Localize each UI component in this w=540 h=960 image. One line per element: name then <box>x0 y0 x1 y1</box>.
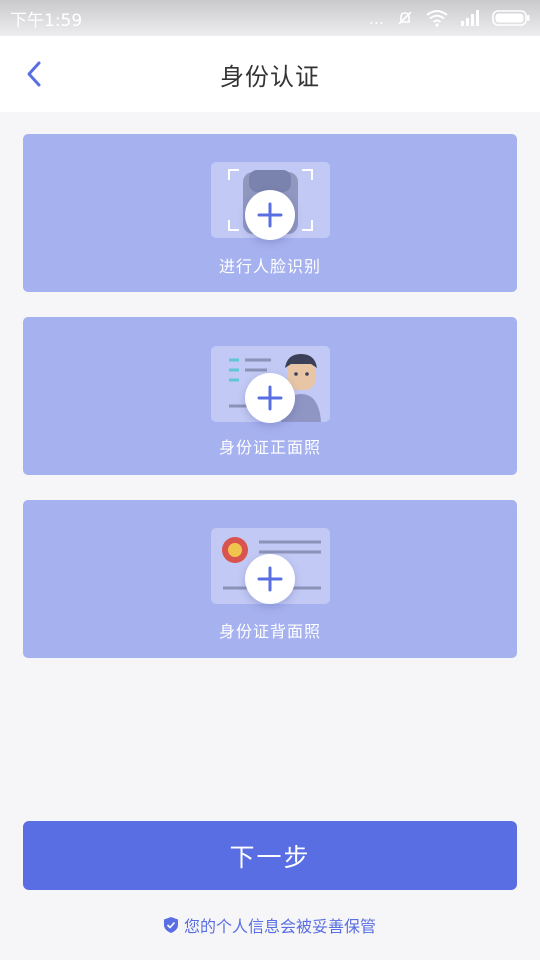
mute-bell-icon <box>398 11 412 25</box>
chevron-left-icon <box>27 61 41 87</box>
add-id-back-button[interactable] <box>245 554 295 604</box>
plus-icon <box>257 202 283 228</box>
battery-icon <box>492 10 530 26</box>
add-face-button[interactable] <box>245 190 295 240</box>
nav-bar: 身份认证 <box>0 36 540 112</box>
page-title: 身份认证 <box>220 62 320 91</box>
plus-icon <box>257 385 283 411</box>
wifi-icon <box>426 10 448 27</box>
card-label: 身份证背面照 <box>218 622 321 641</box>
add-id-front-button[interactable] <box>245 373 295 423</box>
shield-icon <box>163 917 178 933</box>
face-recognition-card[interactable]: 进行人脸识别 <box>23 134 517 292</box>
back-button[interactable] <box>14 54 54 94</box>
id-front-card[interactable]: 身份证正面照 <box>23 317 517 475</box>
plus-icon <box>257 566 283 592</box>
card-label: 身份证正面照 <box>218 438 321 457</box>
status-bar: 下午1:59 ... <box>0 0 540 36</box>
next-step-button[interactable]: 下一步 <box>23 821 517 890</box>
status-icons: ... <box>369 9 530 28</box>
more-dots: ... <box>368 8 384 28</box>
card-label: 进行人脸识别 <box>218 257 321 276</box>
id-back-card[interactable]: 身份证背面照 <box>23 500 517 658</box>
privacy-note: 您的个人信息会被妥善保管 <box>0 913 540 937</box>
privacy-note-text: 您的个人信息会被妥善保管 <box>183 917 376 936</box>
signal-icon <box>461 10 479 26</box>
status-time: 下午1:59 <box>10 10 83 31</box>
